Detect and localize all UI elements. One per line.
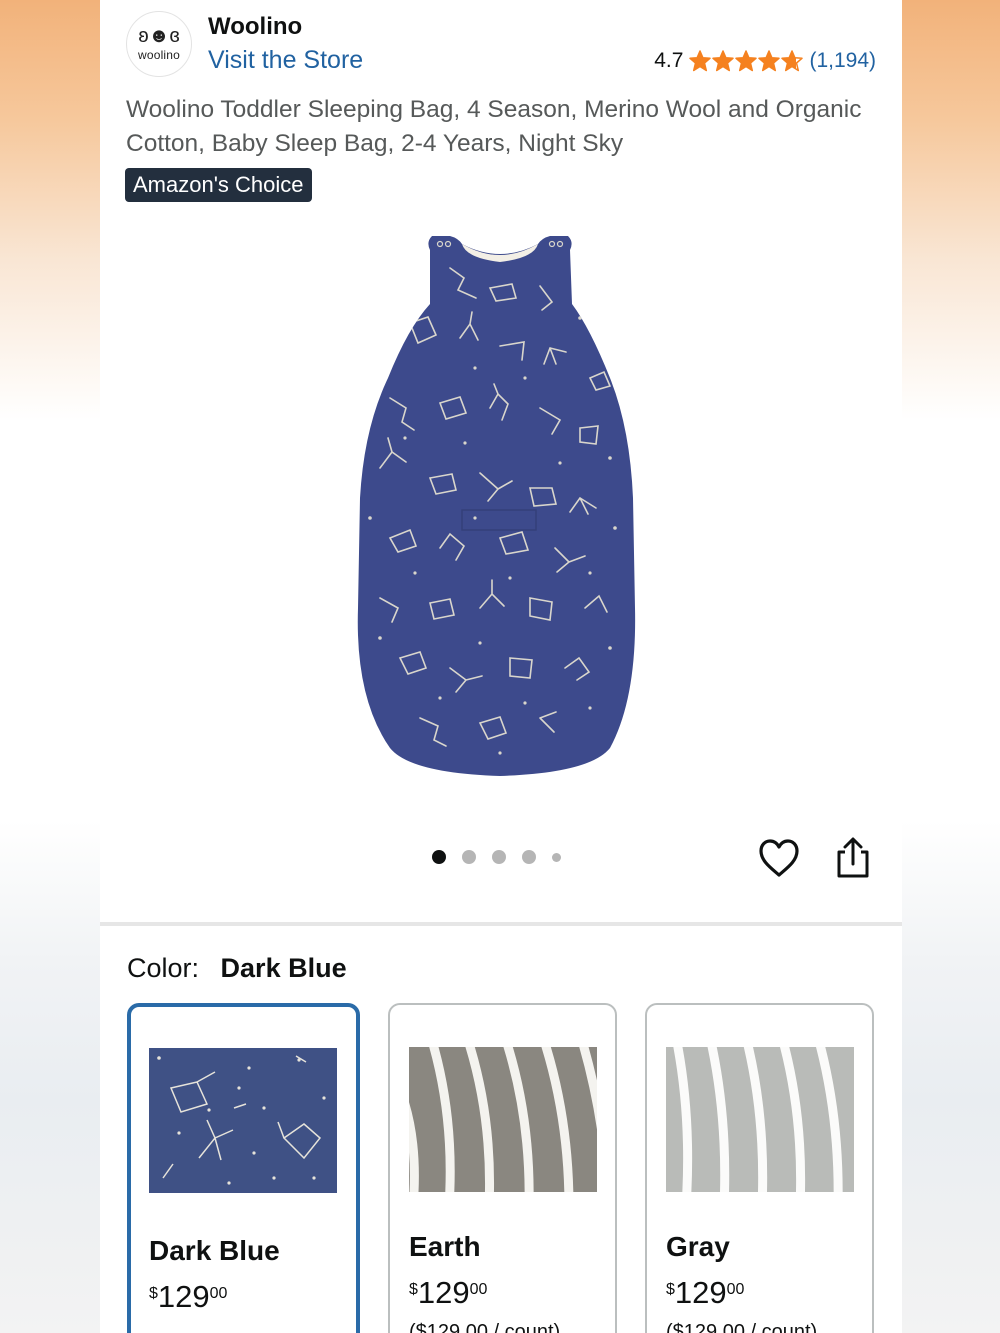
star-icon xyxy=(735,50,758,72)
carousel-dot[interactable] xyxy=(462,850,476,864)
color-option-name: Gray xyxy=(666,1231,730,1262)
product-panel: ʚ☻ɞ woolino Woolino Visit the Store 4.7 … xyxy=(100,0,902,1333)
background-right xyxy=(900,0,1000,1333)
rating-block[interactable]: 4.7 (1,194) xyxy=(654,49,876,73)
price-whole: 129 xyxy=(157,1279,210,1314)
star-icon xyxy=(689,50,712,72)
color-label: Color: xyxy=(127,953,200,983)
carousel-dot[interactable] xyxy=(492,850,506,864)
star-icon xyxy=(781,50,804,72)
color-option-price: $ 129 00 xyxy=(666,1275,744,1311)
unit-price: ($129.00 / count) xyxy=(666,1321,818,1333)
carousel-dot[interactable] xyxy=(432,850,446,864)
selected-color: Dark Blue xyxy=(220,953,347,983)
price-fraction: 00 xyxy=(726,1281,745,1298)
price-whole: 129 xyxy=(417,1275,470,1310)
price-fraction: 00 xyxy=(469,1281,488,1298)
heart-icon[interactable] xyxy=(757,836,801,880)
color-option-earth[interactable]: Earth $ 129 00 ($129.00 / count) xyxy=(388,1003,617,1333)
rating-count[interactable]: (1,194) xyxy=(809,49,876,73)
price-whole: 129 xyxy=(674,1275,727,1310)
amazons-choice-badge: Amazon's Choice xyxy=(125,168,312,202)
share-icon[interactable] xyxy=(833,836,873,880)
brand-name: Woolino xyxy=(208,13,303,40)
product-title: Woolino Toddler Sleeping Bag, 4 Season, … xyxy=(126,96,862,157)
background-left xyxy=(0,0,100,1333)
star-icon xyxy=(712,50,735,72)
gray-swatch-image xyxy=(666,1047,854,1192)
price-currency: $ xyxy=(149,1285,158,1302)
carousel-dot[interactable] xyxy=(522,850,536,864)
visit-store-link[interactable]: Visit the Store xyxy=(208,46,363,75)
color-option-gray[interactable]: Gray $ 129 00 ($129.00 / count) xyxy=(645,1003,874,1333)
color-selector-label: Color: Dark Blue xyxy=(127,953,347,984)
unit-price: ($129.00 / count) xyxy=(409,1321,561,1333)
rating-value: 4.7 xyxy=(654,49,684,72)
brand-logo-text: woolino xyxy=(137,48,181,62)
price-currency: $ xyxy=(666,1281,675,1298)
image-carousel-dots[interactable] xyxy=(432,850,561,864)
color-option-name: Dark Blue xyxy=(149,1235,280,1266)
sheep-icon: ʚ☻ɞ xyxy=(138,25,180,47)
color-option-price: $ 129 00 xyxy=(409,1275,487,1311)
color-option-name: Earth xyxy=(409,1231,481,1262)
section-divider xyxy=(100,922,902,926)
brand-logo[interactable]: ʚ☻ɞ woolino xyxy=(126,11,192,77)
dark-blue-swatch-image xyxy=(149,1048,337,1193)
product-image[interactable] xyxy=(350,228,650,778)
star-icon xyxy=(758,50,781,72)
carousel-dot[interactable] xyxy=(552,852,561,862)
earth-swatch-image xyxy=(409,1047,597,1192)
color-option-dark-blue[interactable]: Dark Blue $ 129 00 xyxy=(127,1003,360,1333)
color-option-price: $ 129 00 xyxy=(149,1279,227,1315)
star-rating xyxy=(689,50,804,72)
price-fraction: 00 xyxy=(209,1285,228,1302)
price-currency: $ xyxy=(409,1281,418,1298)
